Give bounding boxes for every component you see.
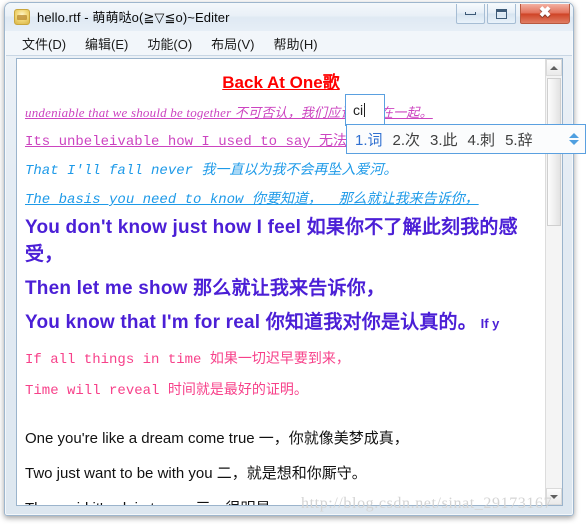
close-icon: ✖ [538, 5, 552, 21]
lyric-line-7: You know that I'm for real 你知道我对你是认真的。 I… [25, 310, 539, 337]
ime-candidate-5[interactable]: 5.辞 [505, 129, 533, 150]
lyric-line-4: The basis you need to know 你要知道， 那么就让我来告… [25, 192, 479, 208]
ime-candidate-1[interactable]: 1.词 [355, 129, 383, 150]
minimize-button[interactable] [456, 4, 485, 24]
lyric-line-12: Three girl it's plain to see 三，很明显 [25, 497, 539, 505]
scroll-up-arrow-button[interactable] [546, 59, 562, 76]
honey-pot-icon [14, 9, 30, 25]
text-caret [364, 103, 366, 117]
triangle-up-icon [550, 65, 558, 70]
menu-function[interactable]: 功能(O) [140, 32, 199, 55]
lyric-block-black: One you're like a dream come true 一，你就像美… [23, 427, 539, 505]
lyric-line-5: You don't know just how I feel 如果你不了解此刻我… [25, 217, 518, 265]
menu-bar: 文件(D) 编辑(E) 功能(O) 布局(V) 帮助(H) [6, 31, 572, 56]
lyric-line-10: One you're like a dream come true 一，你就像美… [25, 429, 409, 447]
menu-layout[interactable]: 布局(V) [204, 32, 261, 55]
ime-composition-text: ci [353, 102, 364, 118]
lyric-line-7-tail: If y [476, 315, 500, 331]
lyric-line-3: That I'll fall never 我一直以为我不会再坠入爱河。 [25, 163, 398, 179]
maximize-icon [496, 8, 507, 19]
document-title: Back At One歌 [222, 73, 340, 92]
ime-candidate-3[interactable]: 3.此 [430, 129, 458, 150]
ime-page-up-icon[interactable] [569, 133, 579, 138]
ime-candidate-bar[interactable]: 1.词 2.次 3.此 4.刺 5.辞 [346, 124, 586, 154]
close-button[interactable]: ✖ [520, 4, 570, 24]
menu-help[interactable]: 帮助(H) [267, 32, 325, 55]
lyric-line-8: If all things in time 如果一切迟早要到来， [25, 351, 350, 368]
triangle-down-icon [550, 494, 558, 499]
lyric-line-9: Time will reveal 时间就是最好的证明。 [25, 382, 308, 399]
ime-candidate-4[interactable]: 4.刺 [468, 129, 496, 150]
title-bar[interactable]: hello.rtf - 萌萌哒o(≧▽≦o)~Editer ✖ [5, 3, 573, 31]
menu-file[interactable]: 文件(D) [15, 32, 73, 55]
menu-edit[interactable]: 编辑(E) [78, 32, 135, 55]
lyric-line-6: Then let me show 那么就让我来告诉你， [25, 277, 386, 299]
maximize-button[interactable] [487, 4, 516, 24]
editor-window: hello.rtf - 萌萌哒o(≧▽≦o)~Editer ✖ 文件(D) 编辑… [4, 2, 586, 516]
ime-candidate-2[interactable]: 2.次 [393, 129, 421, 150]
lyric-line-7-main: You know that I'm for real 你知道我对你是认真的。 [25, 311, 477, 333]
lyric-line-11: Two just want to be with you 二，就是想和你厮守。 [25, 464, 367, 482]
lyric-line-1: undeniable that we should be together 不可… [25, 105, 433, 120]
minimize-icon [465, 12, 476, 15]
ime-page-down-icon[interactable] [569, 140, 579, 145]
ime-composition-box[interactable]: ci [345, 94, 385, 126]
scroll-down-arrow-button[interactable] [546, 488, 562, 505]
ime-page-spinner[interactable] [569, 133, 579, 145]
window-title: hello.rtf - 萌萌哒o(≧▽≦o)~Editer [37, 10, 230, 25]
